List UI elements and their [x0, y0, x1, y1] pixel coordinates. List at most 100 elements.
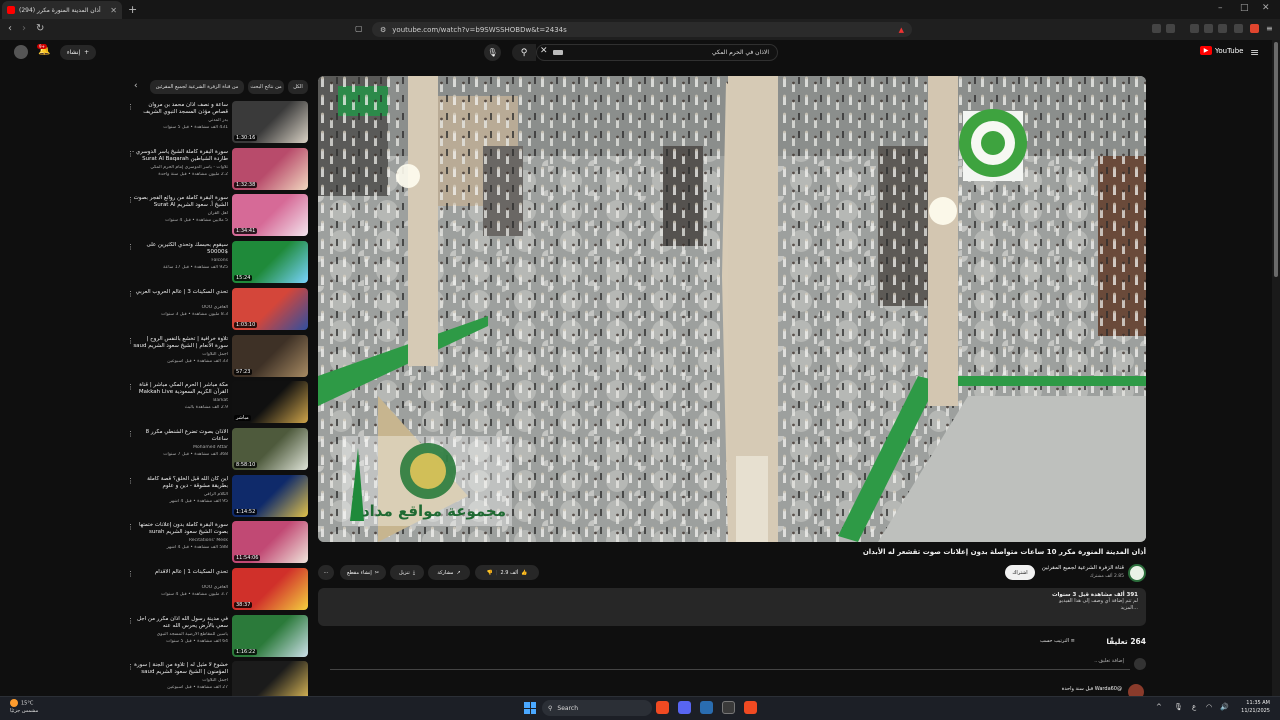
clip-button[interactable]: إنشاء مقطع ✂	[340, 565, 386, 580]
video-thumbnail[interactable]: 15:24	[232, 241, 308, 284]
tab-close-icon[interactable]: ✕	[110, 6, 117, 15]
video-thumbnail[interactable]: 11:54:06	[232, 521, 308, 564]
tray-chevron-icon[interactable]: ^	[1156, 703, 1162, 711]
guide-menu-icon[interactable]: ≡	[1250, 46, 1259, 59]
brave-shield-icon[interactable]: ▲	[899, 26, 904, 34]
dislike-icon[interactable]: 👎	[487, 570, 493, 576]
channel-avatar[interactable]	[1128, 564, 1146, 582]
more-options-icon[interactable]: ⋮	[127, 570, 134, 578]
volume-icon[interactable]: 🔊	[1220, 703, 1229, 711]
more-actions-button[interactable]: ⋯	[318, 565, 334, 580]
maximize-button[interactable]: □	[1240, 3, 1249, 13]
related-video-item[interactable]: مباشر مكة مباشر | الحرم المكي مباشر | قنا…	[124, 381, 310, 425]
more-options-icon[interactable]: ⋮	[127, 196, 134, 204]
video-thumbnail[interactable]: 1:32:38	[232, 147, 308, 190]
avatar[interactable]	[14, 45, 28, 59]
channel-name[interactable]: Falcons	[132, 258, 228, 263]
channel-name[interactable]: أجمل التلاوات	[132, 678, 228, 683]
related-video-item[interactable]: 15:24 سيقوم بحبسك وتحدي الكثيرين على $500…	[124, 241, 310, 285]
scrollbar-thumb[interactable]	[1274, 42, 1278, 277]
related-video-item[interactable]: 1:16:22 في مدينة رسول الله أذان مكرر من أ…	[124, 614, 310, 659]
like-icon[interactable]: 👍	[521, 570, 527, 576]
more-options-icon[interactable]: ⋮	[127, 150, 134, 158]
create-button[interactable]: إنشاء +	[60, 45, 96, 60]
sidebar-icon[interactable]	[1204, 24, 1213, 33]
channel-name[interactable]: ياسين للمقاطع الأرضية المسجد النبوي	[132, 632, 228, 637]
minimize-button[interactable]: –	[1218, 3, 1223, 13]
forward-icon[interactable]: ›	[22, 23, 26, 34]
brave-browser-icon[interactable]	[744, 701, 757, 714]
video-thumbnail[interactable]: 57:23	[232, 334, 308, 377]
channel-name[interactable]: Mohamed Attar	[132, 445, 228, 450]
keyboard-icon[interactable]	[553, 50, 563, 55]
clear-search-icon[interactable]: ✕	[540, 46, 548, 56]
related-video-item[interactable]: 1:30:16 ساعة و نصف أذان محمد بن مروان قصا…	[124, 101, 310, 145]
subscribe-button[interactable]: اشتراك	[1005, 565, 1035, 580]
channel-name[interactable]: أجمل التلاوات	[132, 352, 228, 357]
video-player[interactable]: مجموعة مواقع مداد	[318, 76, 1146, 542]
video-thumbnail[interactable]: مباشر	[232, 381, 308, 424]
address-bar[interactable]: ⚙ youtube.com/watch?v=b9SWSSHOBDw&t=2434…	[372, 22, 912, 37]
description-more[interactable]: ...المزيد	[326, 605, 1138, 612]
voice-search-mic-icon[interactable]: 🎙	[484, 44, 501, 61]
more-options-icon[interactable]: ⋮	[127, 383, 134, 391]
chip-search-results[interactable]: من نتائج البحث	[248, 80, 284, 94]
more-options-icon[interactable]: ⋮	[127, 337, 134, 345]
video-thumbnail[interactable]: 1:34:41	[232, 194, 308, 237]
channel-name[interactable]: بدر المدني	[132, 118, 228, 123]
related-video-item[interactable]: 8:58:10 الأذان بصوت تضرع الشنطي مكرر 8 سا…	[124, 427, 310, 472]
youtube-logo[interactable]: ▶ YouTube	[1200, 46, 1243, 55]
chip-all[interactable]: الكل	[288, 80, 308, 94]
related-video-item[interactable]: 1:34:41 سورة البقرة كاملة من روائع الفجر …	[124, 194, 310, 238]
more-options-icon[interactable]: ⋮	[127, 617, 134, 625]
video-thumbnail[interactable]: 1:03:10	[232, 287, 308, 330]
brave-browser-icon[interactable]	[656, 701, 669, 714]
video-thumbnail[interactable]: 1:16:22	[232, 614, 308, 657]
discord-icon[interactable]	[678, 701, 691, 714]
language-icon[interactable]: ع	[1192, 703, 1196, 711]
like-count[interactable]: 2.9 ألف	[501, 570, 519, 576]
close-window-button[interactable]: ✕	[1262, 3, 1270, 13]
channel-name[interactable]: Recitations' Mesk	[132, 538, 228, 543]
channel-name[interactable]: أهل القرآن	[132, 211, 228, 216]
more-options-icon[interactable]: ⋮	[127, 103, 134, 111]
new-tab-button[interactable]: +	[128, 3, 137, 16]
taskbar-search[interactable]: ⚲ Search	[542, 700, 652, 716]
steam-icon[interactable]	[700, 701, 713, 714]
download-button[interactable]: تنزيل ⤓	[390, 565, 424, 580]
more-options-icon[interactable]: ⋮	[127, 243, 134, 251]
video-thumbnail[interactable]: 8:58:10	[232, 427, 308, 470]
wallet-icon[interactable]	[1218, 24, 1227, 33]
reload-icon[interactable]: ↻	[36, 23, 44, 34]
extension-icon[interactable]	[1166, 24, 1175, 33]
channel-name[interactable]: العافري OOO	[132, 305, 228, 310]
sort-comments-button[interactable]: الترتيب حسب ≡	[1040, 638, 1075, 644]
search-button[interactable]: ⚲	[512, 44, 536, 61]
search-input[interactable]: الاذان في الحرم المكي	[536, 44, 778, 61]
network-icon[interactable]: ◠	[1206, 703, 1212, 711]
site-info-icon[interactable]: ⚙	[380, 26, 386, 34]
related-video-item[interactable]: 57:23 تلاوة خرافية | تخشع بالنفس الروح | …	[124, 334, 310, 379]
related-video-item[interactable]: 38:37 تحدي السكينات 1 | عالم الأقدام العاف…	[124, 568, 310, 612]
channel-name[interactable]: العافري OOO	[132, 585, 228, 590]
back-icon[interactable]: ‹	[8, 23, 12, 34]
extension-icon[interactable]	[1152, 24, 1161, 33]
clock[interactable]: 11:35 AM 11/21/2025	[1234, 699, 1270, 715]
brave-rewards-icon[interactable]	[1250, 24, 1259, 33]
video-thumbnail[interactable]: 1:14:52	[232, 474, 308, 517]
comment-author[interactable]: @Warda60 قبل سنة واحدة	[1000, 686, 1122, 692]
related-video-item[interactable]: 1:14:52 أين كان الله قبل الخلق؟ قصة كاملة…	[124, 474, 310, 519]
channel-name[interactable]: الكلام الراقي	[132, 492, 228, 497]
video-thumbnail[interactable]: 1:30:16	[232, 101, 308, 143]
more-options-icon[interactable]: ⋮	[127, 477, 134, 485]
add-comment-input[interactable]: إضافة تعليق...	[330, 658, 1130, 670]
more-options-icon[interactable]: ⋮	[127, 430, 134, 438]
more-options-icon[interactable]: ⋮	[127, 523, 134, 531]
music-icon[interactable]	[1190, 24, 1199, 33]
related-video-item[interactable]: 1:32:38 سورة البقرة كاملة الشيخ ياسر الدو…	[124, 147, 310, 192]
channel-name[interactable]: تلاوات - ياسر الدوسري إمام الحرم المكي	[132, 165, 228, 170]
bookmark-icon[interactable]: ▢	[355, 24, 363, 33]
channel-name[interactable]: Barkat	[132, 398, 228, 403]
browser-menu-icon[interactable]: ≡	[1266, 24, 1273, 33]
browser-tab-active[interactable]: (294) أذان المدينة المنورة مكرر ✕	[2, 1, 122, 19]
